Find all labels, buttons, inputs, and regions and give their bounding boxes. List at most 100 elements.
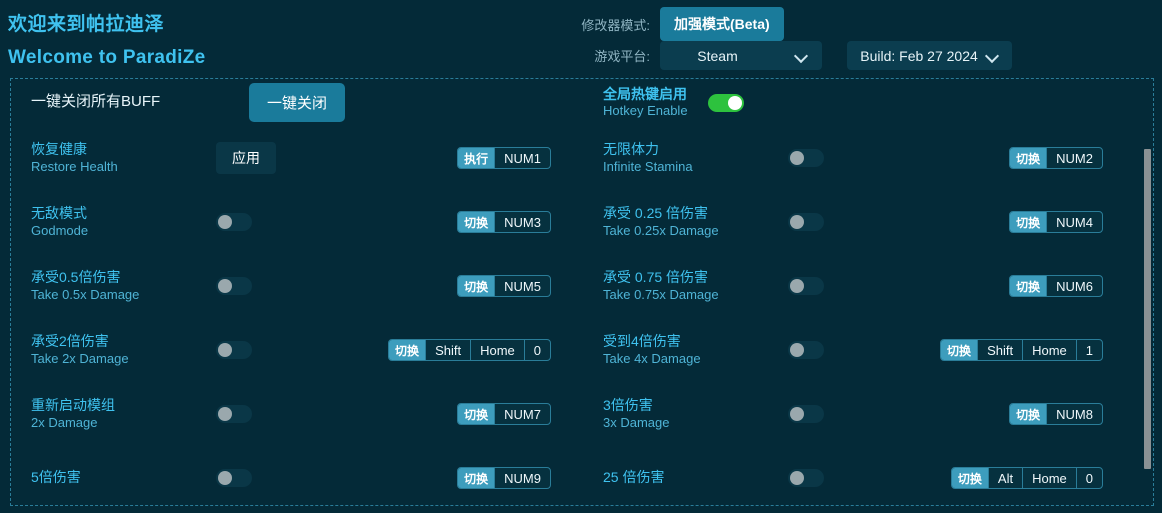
toggle-knob xyxy=(218,343,232,357)
hotkey-chip[interactable]: 切换 NUM7 xyxy=(457,403,551,425)
toggle-switch[interactable] xyxy=(216,405,252,423)
toggle-switch[interactable] xyxy=(216,469,252,487)
cheat-cell: 无敌模式 Godmode 切换 NUM3 xyxy=(11,190,583,254)
cheat-control xyxy=(788,405,824,423)
toggle-switch[interactable] xyxy=(788,149,824,167)
hotkey-action-label: 切换 xyxy=(941,340,978,360)
toggle-switch[interactable] xyxy=(788,277,824,295)
cheat-label-en: Take 0.25x Damage xyxy=(603,222,719,238)
cheat-label-en: Godmode xyxy=(31,222,89,238)
toggle-switch[interactable] xyxy=(788,341,824,359)
toggle-switch[interactable] xyxy=(216,341,252,359)
hotkey-key: Shift xyxy=(977,340,1022,360)
hotkey-key: NUM9 xyxy=(494,468,550,488)
apply-button[interactable]: 应用 xyxy=(216,142,276,174)
header: 欢迎来到帕拉迪泽 Welcome to ParadiZe 修改器模式: 加强模式… xyxy=(0,0,1162,78)
hotkey-action-label: 切换 xyxy=(389,340,426,360)
cheat-control xyxy=(788,277,824,295)
cheat-labels: 承受2倍伤害 Take 2x Damage xyxy=(31,333,211,367)
game-platform-row: 游戏平台: Steam Build: Feb 27 2024 xyxy=(560,41,1012,70)
cheat-label-zh: 5倍伤害 xyxy=(31,469,81,486)
cheat-label-en: Restore Health xyxy=(31,158,118,174)
cheat-label-zh: 恢复健康 xyxy=(31,141,87,158)
hotkey-action-label: 切换 xyxy=(1010,404,1047,424)
toggle-switch[interactable] xyxy=(216,277,252,295)
close-all-buffs-cell: 一键关闭所有BUFF 一键关闭 xyxy=(11,79,583,126)
cheat-control xyxy=(216,341,252,359)
toggle-switch[interactable] xyxy=(216,213,252,231)
cheat-control xyxy=(788,213,824,231)
cheat-label-en: Take 4x Damage xyxy=(603,350,701,366)
cheat-label-zh: 25 倍伤害 xyxy=(603,469,665,486)
cheat-control xyxy=(216,277,252,295)
close-all-buffs-label: 一键关闭所有BUFF xyxy=(31,93,161,111)
cheat-label-en: Take 2x Damage xyxy=(31,350,129,366)
trainer-mode-row: 修改器模式: 加强模式(Beta) xyxy=(560,7,784,41)
cheat-cell: 25 倍伤害 切换 Alt Home 0 xyxy=(583,446,1153,505)
hotkey-key: 1 xyxy=(1075,340,1102,360)
cheat-label-en: Take 0.5x Damage xyxy=(31,286,140,302)
hotkey-chip[interactable]: 切换 NUM2 xyxy=(1009,147,1103,169)
cheat-labels: 25 倍伤害 xyxy=(603,469,783,487)
hotkey-key: NUM2 xyxy=(1046,148,1102,168)
cheat-control: 应用 xyxy=(216,142,276,174)
cheat-labels: 承受 0.25 倍伤害 Take 0.25x Damage xyxy=(603,205,783,239)
hotkey-chip[interactable]: 切换 Shift Home 0 xyxy=(388,339,551,361)
hotkey-key: NUM1 xyxy=(494,148,550,168)
cheat-labels: 受到4倍伤害 Take 4x Damage xyxy=(603,333,783,367)
cheat-control xyxy=(788,149,824,167)
cheat-cell: 3倍伤害 3x Damage 切换 NUM8 xyxy=(583,382,1153,446)
cheat-labels: 恢复健康 Restore Health xyxy=(31,141,211,175)
toggle-knob xyxy=(218,215,232,229)
cheat-label-zh: 重新启动模组 xyxy=(31,397,115,414)
cheat-labels: 承受 0.75 倍伤害 Take 0.75x Damage xyxy=(603,269,783,303)
hotkey-chip[interactable]: 切换 NUM9 xyxy=(457,467,551,489)
cheat-labels: 重新启动模组 2x Damage xyxy=(31,397,211,431)
hotkey-key: 0 xyxy=(1075,468,1102,488)
cheat-row: 5倍伤害 切换 NUM9 25 倍伤害 切换 Alt Home 0 xyxy=(11,446,1153,505)
cheat-cell: 恢复健康 Restore Health 应用 执行 NUM1 xyxy=(11,126,583,190)
cheat-list-panel[interactable]: 一键关闭所有BUFF 一键关闭 全局热键启用 Hotkey Enable 恢复健康 Res… xyxy=(10,78,1154,506)
vertical-scrollbar[interactable] xyxy=(1144,149,1151,469)
hotkey-chip[interactable]: 切换 Shift Home 1 xyxy=(940,339,1103,361)
cheat-label-zh: 承受 0.75 倍伤害 xyxy=(603,269,709,286)
cheat-label-en: 2x Damage xyxy=(31,414,98,430)
toggle-switch[interactable] xyxy=(788,213,824,231)
hotkey-key: Home xyxy=(1022,340,1076,360)
build-dropdown[interactable]: Build: Feb 27 2024 xyxy=(847,41,1012,70)
hotkey-chip[interactable]: 切换 NUM3 xyxy=(457,211,551,233)
close-all-buffs-control: 一键关闭 xyxy=(249,83,346,122)
cheat-labels: 承受0.5倍伤害 Take 0.5x Damage xyxy=(31,269,211,303)
chevron-down-icon xyxy=(986,49,999,62)
trainer-mode-button[interactable]: 加强模式(Beta) xyxy=(660,7,784,41)
toggle-switch[interactable] xyxy=(788,469,824,487)
toggle-switch[interactable] xyxy=(788,405,824,423)
toggle-knob xyxy=(218,407,232,421)
hotkey-action-label: 切换 xyxy=(458,468,495,488)
hotkey-chip[interactable]: 切换 NUM4 xyxy=(1009,211,1103,233)
cheat-label-zh: 无敌模式 xyxy=(31,205,87,222)
hotkey-chip[interactable]: 切换 Alt Home 0 xyxy=(950,467,1103,489)
toggle-knob xyxy=(790,279,804,293)
game-platform-label: 游戏平台: xyxy=(594,49,650,64)
hotkey-key: Home xyxy=(1022,468,1076,488)
hotkey-action-label: 切换 xyxy=(458,212,495,232)
platform-dropdown[interactable]: Steam xyxy=(660,41,822,70)
cheat-label-zh: 3倍伤害 xyxy=(603,397,653,414)
hotkey-chip[interactable]: 切换 NUM5 xyxy=(457,275,551,297)
cheat-row: 承受2倍伤害 Take 2x Damage 切换 Shift Home 0 受到4倍伤害 Ta… xyxy=(11,318,1153,382)
hotkey-enable-labels: 全局热键启用 Hotkey Enable xyxy=(603,86,783,120)
hotkey-action-label: 切换 xyxy=(1010,148,1047,168)
hotkey-key: Home xyxy=(470,340,524,360)
hotkey-key: NUM8 xyxy=(1046,404,1102,424)
cheat-row: 承受0.5倍伤害 Take 0.5x Damage 切换 NUM5 承受 0.75 倍伤… xyxy=(11,254,1153,318)
cheat-label-zh: 承受0.5倍伤害 xyxy=(31,269,121,286)
hotkey-chip[interactable]: 切换 NUM8 xyxy=(1009,403,1103,425)
hotkey-chip[interactable]: 执行 NUM1 xyxy=(457,147,551,169)
toggle-switch[interactable] xyxy=(708,93,744,112)
cheat-control xyxy=(216,405,252,423)
close-all-buffs-button[interactable]: 一键关闭 xyxy=(249,83,346,122)
cheat-label-zh: 受到4倍伤害 xyxy=(603,333,681,350)
page-title-zh: 欢迎来到帕拉迪泽 xyxy=(8,14,165,35)
hotkey-chip[interactable]: 切换 NUM6 xyxy=(1009,275,1103,297)
